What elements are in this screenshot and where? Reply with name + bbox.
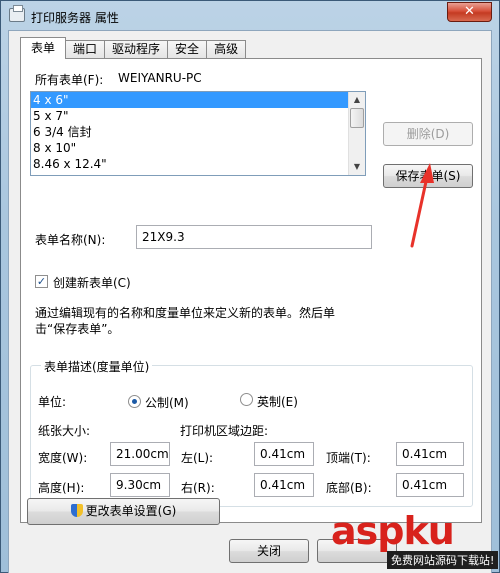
list-item[interactable]: 5 x 7" <box>31 108 349 124</box>
english-label: 英制(E) <box>257 395 298 409</box>
annotation-arrow-icon <box>410 163 434 248</box>
right-margin-input[interactable]: 0.41cm <box>254 473 314 497</box>
list-item[interactable]: 4 x 6" <box>31 92 349 108</box>
left-margin-input[interactable]: 0.41cm <box>254 442 314 466</box>
shield-icon <box>70 504 83 517</box>
watermark-logo: aspku 免费网站源码下载站! <box>329 509 499 571</box>
height-input[interactable]: 9.30cm <box>110 473 170 497</box>
delete-button[interactable]: 删除(D) <box>383 122 473 146</box>
scroll-up-icon[interactable]: ▲ <box>349 92 365 108</box>
server-name: WEIYANRU-PC <box>118 71 202 85</box>
close-window-button[interactable]: ✕ <box>447 2 492 22</box>
margins-label: 打印机区域边距: <box>180 424 269 438</box>
paper-size-label: 纸张大小: <box>38 424 91 438</box>
watermark-text: aspku <box>331 509 455 553</box>
scroll-thumb[interactable] <box>350 108 364 128</box>
tab-drivers[interactable]: 驱动程序 <box>104 40 169 59</box>
metric-label: 公制(M) <box>145 396 189 410</box>
unit-label: 单位: <box>38 395 67 409</box>
tab-advanced[interactable]: 高级 <box>206 40 247 59</box>
scroll-down-icon[interactable]: ▼ <box>349 159 365 175</box>
forms-list[interactable]: 4 x 6" 5 x 7" 6 3/4 信封 8 x 10" 8.46 x 12… <box>30 91 366 176</box>
forms-list-scrollbar[interactable]: ▲ ▼ <box>348 92 365 175</box>
list-item[interactable]: 8 x 10" <box>31 140 349 156</box>
forms-panel: 所有表单(F): WEIYANRU-PC 4 x 6" 5 x 7" 6 3/4… <box>20 58 482 523</box>
left-margin-label: 左(L): <box>181 451 214 465</box>
list-item[interactable]: 6 3/4 信封 <box>31 124 349 140</box>
tab-forms[interactable]: 表单 <box>20 37 67 59</box>
list-item[interactable]: 8.46 x 12.4" <box>31 156 349 172</box>
window-title: 打印服务器 属性 <box>31 11 119 25</box>
right-margin-label: 右(R): <box>181 481 215 495</box>
form-name-label: 表单名称(N): <box>35 233 106 247</box>
height-label: 高度(H): <box>38 481 85 495</box>
tab-ports[interactable]: 端口 <box>65 40 106 59</box>
dialog-client: 表单 端口 驱动程序 安全 高级 所有表单(F): WEIYANRU-PC 4 … <box>8 30 492 573</box>
bottom-margin-label: 底部(B): <box>326 481 372 495</box>
bottom-margin-input[interactable]: 0.41cm <box>396 473 464 497</box>
change-settings-button[interactable]: 更改表单设置(G) <box>27 498 220 525</box>
width-input[interactable]: 21.00cm <box>110 442 170 466</box>
english-radio[interactable] <box>240 393 253 406</box>
description-text: 通过编辑现有的名称和度量单位来定义新的表单。然后单击“保存表单”。 <box>35 306 336 336</box>
title-bar[interactable]: 打印服务器 属性 ✕ <box>1 1 500 31</box>
metric-radio[interactable] <box>128 395 141 408</box>
create-new-label: 创建新表单(C) <box>53 276 131 290</box>
printer-icon <box>9 5 25 22</box>
tab-strip: 表单 端口 驱动程序 安全 高级 <box>20 37 247 59</box>
top-margin-label: 顶端(T): <box>326 451 371 465</box>
group-title: 表单描述(度量单位) <box>41 358 153 375</box>
change-settings-label: 更改表单设置(G) <box>85 504 177 518</box>
top-margin-input[interactable]: 0.41cm <box>396 442 464 466</box>
forms-on-label: 所有表单(F): <box>35 73 104 87</box>
close-button[interactable]: 关闭 <box>229 539 309 563</box>
create-new-checkbox[interactable]: ✓ <box>35 275 48 288</box>
window-frame: 打印服务器 属性 ✕ 表单 端口 驱动程序 安全 高级 所有表单(F): WEI… <box>0 0 500 573</box>
tab-security[interactable]: 安全 <box>167 40 208 59</box>
width-label: 宽度(W): <box>38 451 88 465</box>
watermark-subtext: 免费网站源码下载站! <box>387 551 499 569</box>
form-name-input[interactable]: 21X9.3 <box>136 225 372 249</box>
